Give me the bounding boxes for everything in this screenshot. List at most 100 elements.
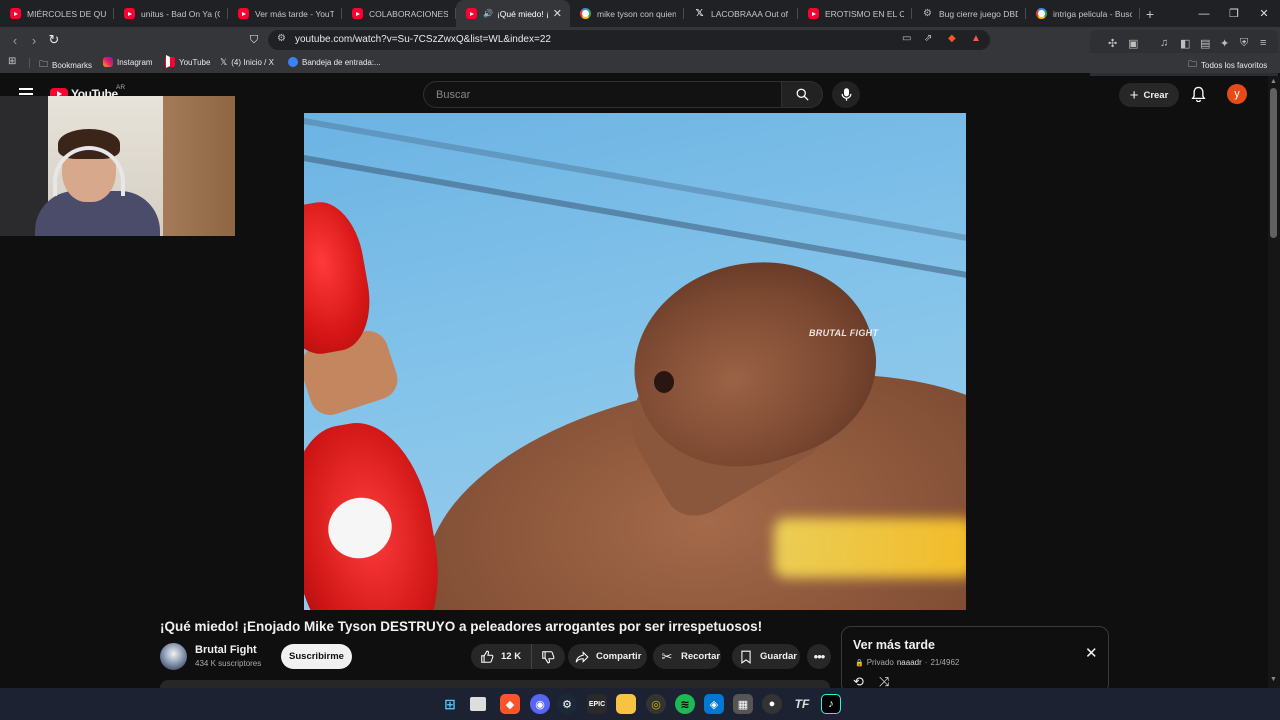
save-button[interactable]: Guardar [732, 644, 800, 669]
youtube-icon [165, 57, 175, 67]
sidebar-icon[interactable]: ◧ [1180, 37, 1190, 50]
tab-7[interactable]: 𝕏 LACOBRAAA Out of Co [684, 0, 798, 27]
video-player[interactable]: BRUTAL FIGHT [304, 113, 966, 610]
tab-1[interactable]: MIÉRCOLES DE QUEJA [0, 0, 114, 27]
video-frame-mouth [654, 371, 674, 393]
brave-browser-icon[interactable]: ◆ [500, 694, 520, 714]
bookmark-folder[interactable]: 🗀 Bookmarks [39, 57, 92, 73]
address-bar[interactable]: ⚙ youtube.com/watch?v=Su-7CSzZwxQ&list=W… [268, 30, 990, 50]
close-window-icon[interactable]: ✕ [1248, 0, 1280, 27]
bookmark-x[interactable]: 𝕏 (4) Inicio / X [220, 57, 274, 68]
scrollbar-thumb[interactable] [1270, 88, 1277, 238]
apps-icon[interactable]: ⊞ [8, 56, 16, 67]
menu-icon[interactable]: ≡ [1260, 37, 1266, 49]
playlist-owner[interactable]: naaadr [897, 658, 922, 667]
youtube-icon [466, 8, 477, 19]
bookmark-page-icon[interactable]: ⛉ [245, 31, 263, 49]
webcam-door [163, 96, 235, 236]
more-actions-button[interactable]: ••• [807, 644, 831, 669]
notifications-button[interactable] [1188, 84, 1208, 104]
epic-games-icon[interactable]: EPIC [587, 694, 607, 714]
create-button[interactable]: + Crear [1119, 83, 1179, 107]
tab-title: ¡Qué miedo! ¡E [496, 8, 549, 19]
share-icon[interactable]: ⇗ [924, 33, 932, 44]
bookmark-youtube[interactable]: YouTube [165, 57, 210, 67]
tab-title: intriga pelicula - Busca [1053, 8, 1132, 19]
windows-start-icon[interactable]: ⊞ [440, 694, 460, 714]
back-icon[interactable]: ‹ [6, 31, 24, 49]
scroll-down-icon[interactable]: ▼ [1270, 676, 1277, 683]
github-icon[interactable]: ● [762, 694, 782, 714]
tab-6[interactable]: mike tyson con quien p [570, 0, 684, 27]
subscriber-count: 434 K suscriptores [195, 659, 262, 668]
store-icon[interactable]: ◈ [704, 694, 724, 714]
tab-9[interactable]: ⚙ Bug cierre juego DBD [912, 0, 1026, 27]
close-icon[interactable]: ✕ [1085, 644, 1098, 662]
file-explorer-icon[interactable] [616, 694, 636, 714]
app-tf-icon[interactable]: TF [792, 694, 812, 714]
extension-screen-icon[interactable]: ▣ [1128, 37, 1138, 50]
tab-4[interactable]: COLABORACIONES QU [342, 0, 456, 27]
create-label: Crear [1143, 89, 1169, 101]
site-info-icon[interactable]: ⚙ [277, 33, 286, 44]
spotify-icon[interactable]: ≋ [675, 694, 695, 714]
scroll-up-icon[interactable]: ▲ [1270, 78, 1277, 85]
tab-3[interactable]: Ver más tarde - YouTu [228, 0, 342, 27]
voice-search-button[interactable] [832, 81, 860, 108]
all-bookmarks[interactable]: 🗀 Todos los favoritos [1188, 57, 1267, 73]
speaker-icon[interactable]: 🔊 [483, 9, 493, 18]
search-icon [796, 88, 809, 101]
tab-title: EROTISMO EN EL CINE [825, 8, 904, 19]
tab-10[interactable]: intriga pelicula - Busca [1026, 0, 1140, 27]
channel-name[interactable]: Brutal Fight [195, 644, 257, 656]
url-text[interactable]: youtube.com/watch?v=Su-7CSzZwxQ&list=WL&… [295, 34, 551, 45]
steam-icon[interactable]: ⚙ [557, 694, 577, 714]
search-field[interactable] [423, 81, 782, 108]
extension-puzzle-icon[interactable]: ✣ [1108, 37, 1117, 50]
page-scrollbar[interactable]: ▲ ▼ [1268, 76, 1280, 688]
clip-button[interactable]: ✂ Recortar [653, 644, 721, 669]
task-view-icon[interactable] [470, 697, 486, 711]
close-icon[interactable]: ✕ [553, 7, 562, 20]
share-arrow-icon [574, 649, 590, 665]
youtube-icon [124, 8, 135, 19]
playlist-panel: Ver más tarde 🔒 Privado naaadr · 21/4962… [841, 626, 1109, 694]
thumbs-up-icon [479, 649, 495, 665]
wallet-icon[interactable]: ▤ [1200, 37, 1210, 50]
leo-icon[interactable]: ✦ [1220, 37, 1229, 50]
bookmark-mail[interactable]: Bandeja de entrada:... [288, 57, 381, 67]
tab-8[interactable]: EROTISMO EN EL CINE [798, 0, 912, 27]
folder-icon: 🗀 [39, 59, 49, 69]
cast-icon[interactable]: ▭ [902, 33, 911, 44]
minimize-icon[interactable]: — [1188, 0, 1220, 27]
obs-icon[interactable]: ◎ [646, 694, 666, 714]
tab-2[interactable]: unitus - Bad On Ya (Of [114, 0, 228, 27]
playlist-privacy: Privado [866, 658, 894, 667]
tiktok-icon[interactable]: ♪ [821, 694, 841, 714]
brave-shield-icon[interactable]: ◆ [948, 33, 956, 44]
subscribe-button[interactable]: Suscribirme [281, 644, 352, 669]
bookmark-instagram[interactable]: Instagram [103, 57, 153, 67]
vpn-icon[interactable]: ⛨ [1240, 37, 1248, 50]
share-label: Compartir [596, 651, 642, 662]
dislike-button[interactable] [532, 649, 562, 665]
brave-rewards-icon[interactable]: ▲ [971, 33, 981, 44]
thumbs-down-icon [540, 649, 556, 665]
like-button[interactable]: 12 K [471, 644, 533, 669]
restore-icon[interactable]: ❐ [1218, 0, 1250, 27]
reload-icon[interactable]: ↻ [45, 31, 63, 49]
channel-avatar[interactable] [160, 643, 187, 670]
new-tab-button[interactable]: + [1140, 6, 1160, 22]
account-avatar[interactable]: y [1227, 84, 1247, 104]
calculator-icon[interactable]: ▦ [733, 694, 753, 714]
share-button[interactable]: Compartir [568, 644, 647, 669]
forward-icon[interactable]: › [25, 31, 43, 49]
search-input[interactable] [424, 82, 754, 107]
playlist-title[interactable]: Ver más tarde [853, 638, 935, 652]
tab-5-active[interactable]: 🔊¡Qué miedo! ¡E ✕ [456, 0, 570, 27]
clip-label: Recortar [681, 651, 721, 662]
discord-icon[interactable]: ◉ [530, 694, 550, 714]
search-button[interactable] [781, 81, 823, 108]
media-icon[interactable]: ♫ [1160, 37, 1168, 49]
windows-taskbar: ⊞ ◆ ◉ ⚙ EPIC ◎ ≋ ◈ ▦ ● TF ♪ [0, 688, 1280, 720]
